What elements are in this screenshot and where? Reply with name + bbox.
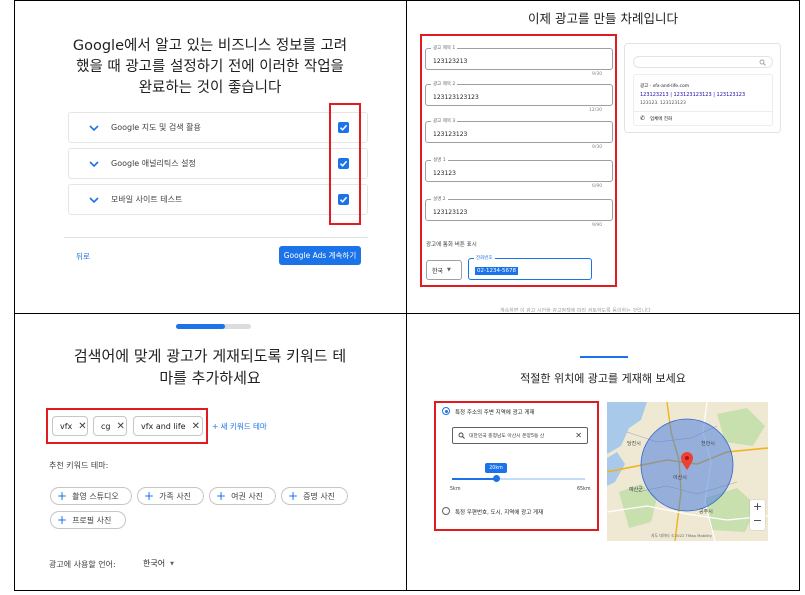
page-title: 검색어에 맞게 광고가 게재되도록 키워드 테 마를 추가하세요: [30, 345, 390, 389]
preview-call-text: 업체에 전화: [650, 116, 673, 122]
preview-ad-line: 광고 · vfx-and-life.com: [640, 84, 690, 89]
task-label: Google 애널리틱스 설정: [111, 159, 196, 168]
task-row-analytics[interactable]: Google 애널리틱스 설정: [68, 148, 368, 179]
highlight-box: [46, 408, 208, 444]
map-label: 아산시: [673, 475, 687, 481]
grid-line-middle: [14, 313, 800, 314]
task-label: 모바일 사이트 테스트: [111, 195, 183, 204]
title-line: 마를 추가하세요: [159, 369, 261, 387]
map-label: 예산군: [629, 487, 643, 493]
zoom-out-icon[interactable]: −: [750, 514, 765, 528]
search-icon: [759, 59, 766, 66]
back-link[interactable]: 뒤로: [76, 251, 90, 262]
grid-line-bottom: [14, 590, 800, 591]
suggestion-chip[interactable]: + 증명 사진: [281, 487, 348, 505]
language-label: 광고에 사용할 언어:: [49, 560, 116, 569]
divider: [634, 111, 772, 112]
suggestion-chip[interactable]: + 가족 사진: [137, 487, 204, 505]
task-row-maps[interactable]: Google 지도 및 검색 활용: [68, 112, 368, 143]
suggest-label: 추천 키워드 테마:: [49, 461, 109, 470]
map-label: 천안시: [701, 441, 715, 447]
title-line: 완료하는 것이 좋습니다: [138, 80, 282, 96]
location-map[interactable]: 당진시 천안시 아산시 공주시 예산군 + − 지도 데이터 ©2022 TMa…: [607, 402, 768, 541]
map-label: 공주시: [699, 509, 713, 515]
caret-down-icon: ▼: [170, 560, 174, 567]
highlight-box: [420, 34, 617, 287]
chevron-down-icon: [89, 124, 99, 131]
suggestion-chip[interactable]: + 촬영 스튜디오: [50, 487, 132, 505]
plus-icon: +: [288, 489, 299, 503]
title-line: 했을 때 광고를 설정하기 전에 이러한 작업을: [76, 59, 344, 75]
map-attribution: 지도 데이터 ©2022 TMap Mobility: [651, 533, 712, 538]
zoom-controls: + −: [750, 500, 765, 530]
suggestion-label: 여권 사진: [231, 491, 264, 501]
suggestion-chip[interactable]: + 여권 사진: [209, 487, 276, 505]
progress-track: [176, 324, 251, 329]
highlight-box: [434, 401, 599, 531]
map-label: 당진시: [627, 441, 641, 447]
language-value: 한국어: [143, 559, 166, 568]
footer-note: 계속하면 이 광고 시안을 광고정책에 따라 검토하도록 동의하는 것입니다: [500, 308, 651, 312]
suggestion-label: 증명 사진: [303, 491, 336, 501]
title-line: Google에서 알고 있는 비즈니스 정보를 고려: [72, 38, 348, 54]
plus-icon: +: [144, 489, 155, 503]
preview-call-row: ✆ 업체에 전화: [640, 115, 672, 122]
grid-line-center: [406, 0, 407, 591]
plus-icon: +: [57, 489, 68, 503]
phone-icon: ✆: [640, 115, 646, 122]
zoom-in-icon[interactable]: +: [750, 500, 765, 514]
task-label: Google 지도 및 검색 활용: [111, 123, 201, 132]
task-row-mobile[interactable]: 모바일 사이트 테스트: [68, 184, 368, 215]
grid-line-top: [14, 0, 800, 1]
add-keyword-theme-link[interactable]: + 새 키워드 테마: [212, 421, 267, 432]
preview-description: 123123. 123123123: [640, 101, 686, 106]
highlight-box: [329, 103, 361, 225]
ad-preview: 광고 · vfx-and-life.com 123123213 | 123123…: [624, 43, 781, 133]
page-title: 적절한 위치에 광고를 게재해 보세요: [520, 372, 686, 385]
suggestion-chip[interactable]: + 프로필 사진: [50, 511, 126, 529]
divider: [64, 237, 368, 238]
preview-ad-card: 광고 · vfx-and-life.com 123123213 | 123123…: [633, 74, 773, 126]
chevron-down-icon: [89, 196, 99, 203]
continue-button[interactable]: Google Ads 계속하기: [279, 246, 361, 265]
language-select[interactable]: 한국어 ▼: [143, 558, 174, 569]
suggestion-label: 가족 사진: [159, 491, 192, 501]
preview-headline: 123123213 | 123123123123 | 123123123: [640, 92, 746, 98]
title-line: 검색어에 맞게 광고가 게재되도록 키워드 테: [73, 347, 347, 365]
progress-indicator: [580, 356, 628, 358]
plus-icon: +: [216, 489, 227, 503]
grid-line-right: [799, 0, 800, 591]
chevron-down-icon: [89, 160, 99, 167]
plus-icon: +: [57, 513, 68, 527]
suggestion-label: 촬영 스튜디오: [72, 491, 119, 501]
page-title: 이제 광고를 만들 차례입니다: [528, 11, 678, 26]
suggestion-label: 프로필 사진: [72, 515, 112, 525]
preview-search-bar: [633, 56, 773, 68]
map-canvas: [607, 402, 768, 541]
grid-line-left: [14, 0, 15, 591]
page-title: Google에서 알고 있는 비즈니스 정보를 고려 했을 때 광고를 설정하기…: [30, 36, 390, 99]
progress-fill: [176, 324, 225, 329]
